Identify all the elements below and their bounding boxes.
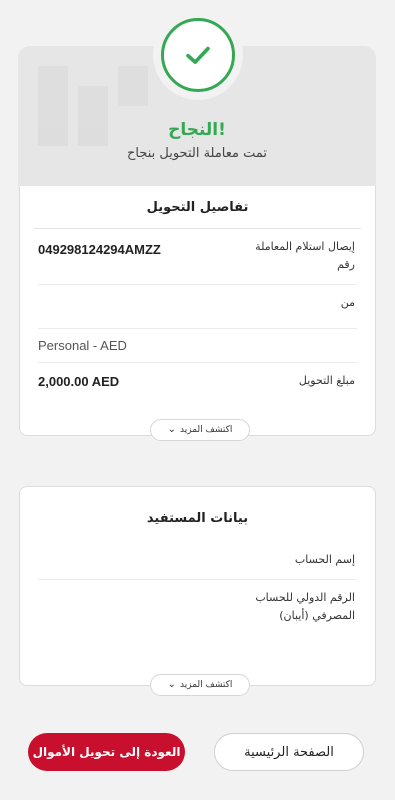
show-more-button[interactable]: اكتشف المزيد ⌄ (150, 419, 250, 441)
row-divider (38, 284, 357, 285)
back-button-label: العودة إلى تحويل الأموال (32, 745, 181, 759)
beneficiary-heading: بيانات المستفيد (146, 511, 249, 526)
transfer-details-heading: تفاصيل التحويل (146, 200, 249, 215)
amount-value: 2,000.00 AED (38, 374, 120, 389)
success-subtitle: تمت معاملة التحويل بنجاح (126, 146, 268, 161)
row-divider (38, 362, 357, 363)
from-label: من (340, 296, 355, 309)
success-check-icon (161, 18, 235, 92)
card-divider (34, 228, 361, 229)
transfer-details-card: تفاصيل التحويل إيصال استلام المعاملة رقم… (19, 186, 376, 441)
show-more-button[interactable]: اكتشف المزيد ⌄ (150, 674, 250, 696)
receipt-label: إيصال استلام المعاملة رقم (255, 240, 355, 271)
chevron-down-icon: ⌄ (167, 424, 177, 435)
row-divider (38, 328, 357, 329)
back-to-transfer-button[interactable]: العودة إلى تحويل الأموال (28, 733, 185, 771)
home-button[interactable]: الصفحة الرئيسية (214, 733, 364, 771)
beneficiary-card: بيانات المستفيد إسم الحساب الرقم الدولي … (19, 486, 376, 696)
chevron-down-icon: ⌄ (167, 679, 177, 690)
check-icon (186, 46, 210, 64)
receipt-value: 049298124294AMZZ (38, 242, 161, 257)
account-name-label: إسم الحساب (294, 553, 355, 566)
row-divider (38, 579, 357, 580)
amount-label: مبلغ التحويل (298, 374, 355, 387)
from-account-value: Personal - AED (38, 338, 127, 353)
home-button-label: الصفحة الرئيسية (244, 744, 334, 760)
success-title: النجاح! (168, 120, 226, 140)
show-more-label: اكتشف المزيد (180, 425, 233, 435)
show-more-label: اكتشف المزيد (180, 680, 233, 690)
iban-label: الرقم الدولي للحساب المصرفي (أيبان) (255, 591, 355, 622)
